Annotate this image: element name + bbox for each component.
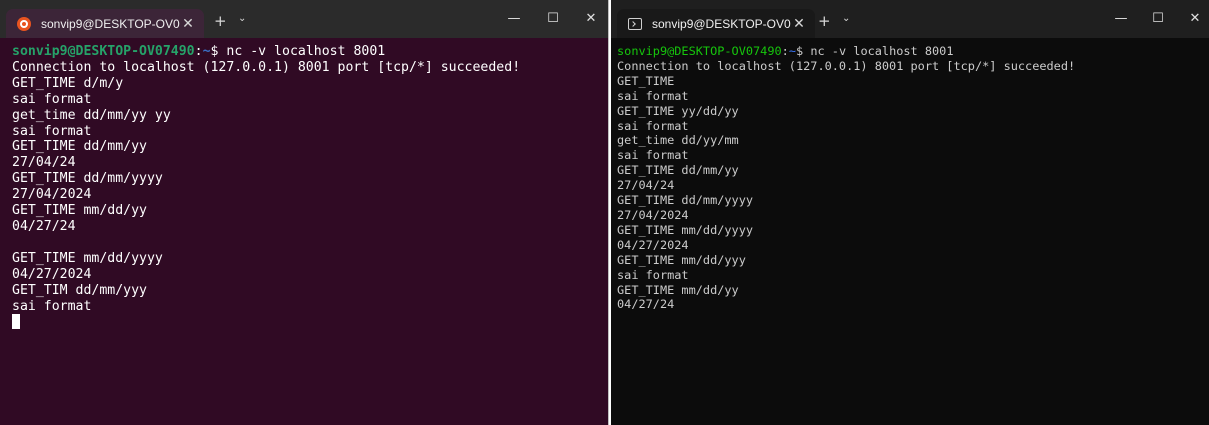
output-line: GET_TIME yy/dd/yy (617, 103, 739, 118)
output-line: Connection to localhost (127.0.0.1) 8001… (617, 58, 1076, 73)
text-cursor (12, 314, 20, 330)
maximize-button[interactable]: ☐ (1143, 8, 1173, 30)
new-tab-icon[interactable]: + (214, 12, 227, 30)
close-button[interactable]: ✕ (576, 8, 606, 30)
prompt-separator: : (194, 44, 203, 59)
output-line: 27/04/24 (12, 155, 76, 171)
close-button[interactable]: ✕ (1180, 8, 1209, 30)
output-line: 04/27/24 (617, 297, 675, 312)
chevron-down-icon[interactable]: ⌄ (842, 13, 850, 24)
output-line: GET_TIM dd/mm/yyy (12, 282, 147, 298)
tab-title: sonvip9@DESKTOP-OV07490: (652, 16, 791, 31)
output-line: sai format (617, 148, 689, 163)
prompt-separator: : (781, 44, 789, 58)
terminal-output[interactable]: sonvip9@DESKTOP-OV07490:~$ nc -v localho… (611, 38, 1209, 425)
output-line: 04/27/2024 (12, 266, 92, 282)
output-line: 27/04/24 (617, 178, 675, 193)
prompt-dollar: $ (796, 44, 811, 58)
output-line: GET_TIME dd/mm/yyyy (12, 171, 163, 187)
output-line: sai format (12, 123, 92, 139)
output-line: sai format (617, 267, 689, 282)
title-bar: sonvip9@DESKTOP-OV07490: ✕ + ⌄ — ☐ ✕ (611, 0, 1209, 38)
prompt-user: sonvip9@DESKTOP-OV07490 (12, 44, 195, 59)
chevron-down-icon[interactable]: ⌄ (238, 13, 246, 24)
terminal-tab[interactable]: sonvip9@DESKTOP-OV07490: ✕ (6, 9, 204, 38)
prompt-line: sonvip9@DESKTOP-OV07490:~$ nc -v localho… (12, 44, 608, 60)
terminal-tab[interactable]: sonvip9@DESKTOP-OV07490: ✕ (617, 9, 815, 38)
output-line: GET_TIME mm/dd/yy (12, 203, 147, 219)
output-line: 27/04/2024 (12, 187, 92, 203)
output-line: GET_TIME dd/mm/yyyy (617, 193, 754, 208)
output-line: GET_TIME dd/mm/yy (617, 163, 739, 178)
prompt-path: ~ (202, 44, 211, 59)
terminal-icon (627, 16, 643, 32)
title-bar: sonvip9@DESKTOP-OV07490: ✕ + ⌄ — ☐ ✕ (0, 0, 608, 38)
prompt-line: sonvip9@DESKTOP-OV07490:~$ nc -v localho… (617, 44, 1209, 59)
output-line: GET_TIME d/m/y (12, 75, 124, 91)
terminal-output[interactable]: sonvip9@DESKTOP-OV07490:~$ nc -v localho… (0, 38, 608, 425)
minimize-button[interactable]: — (1106, 8, 1136, 30)
output-line: GET_TIME dd/mm/yy (12, 139, 147, 155)
terminal-window-left: sonvip9@DESKTOP-OV07490: ✕ + ⌄ — ☐ ✕ son… (0, 0, 609, 425)
ubuntu-icon (16, 16, 32, 32)
new-tab-icon[interactable]: + (818, 12, 831, 30)
terminal-window-right: sonvip9@DESKTOP-OV07490: ✕ + ⌄ — ☐ ✕ son… (611, 0, 1209, 425)
output-line: 04/27/2024 (617, 237, 689, 252)
output-line: sai format (12, 298, 92, 314)
output-line: GET_TIME mm/dd/yyyy (617, 222, 754, 237)
output-line: sai format (617, 88, 689, 103)
output-line: get_time dd/mm/yy yy (12, 107, 171, 123)
output-line: 04/27/24 (12, 218, 76, 234)
tab-close-icon[interactable]: ✕ (791, 16, 807, 32)
tab-close-icon[interactable]: ✕ (180, 16, 196, 32)
minimize-button[interactable]: — (499, 8, 529, 30)
maximize-button[interactable]: ☐ (538, 8, 568, 30)
output-line: Connection to localhost (127.0.0.1) 8001… (12, 59, 521, 75)
command-text: nc -v localhost 8001 (226, 44, 386, 59)
prompt-dollar: $ (210, 44, 227, 59)
cursor-line (12, 314, 608, 331)
output-line: get_time dd/yy/mm (617, 133, 739, 148)
output-line: GET_TIME mm/dd/yyy (617, 252, 746, 267)
tab-title: sonvip9@DESKTOP-OV07490: (41, 16, 180, 31)
command-text: nc -v localhost 8001 (810, 44, 954, 58)
output-line: GET_TIME mm/dd/yyyy (12, 250, 163, 266)
output-line: 27/04/2024 (617, 207, 689, 222)
output-line: GET_TIME (617, 73, 675, 88)
prompt-user: sonvip9@DESKTOP-OV07490 (617, 44, 782, 58)
output-line: sai format (617, 118, 689, 133)
output-line: GET_TIME mm/dd/yy (617, 282, 739, 297)
output-line: sai format (12, 91, 92, 107)
prompt-path: ~ (788, 44, 796, 58)
